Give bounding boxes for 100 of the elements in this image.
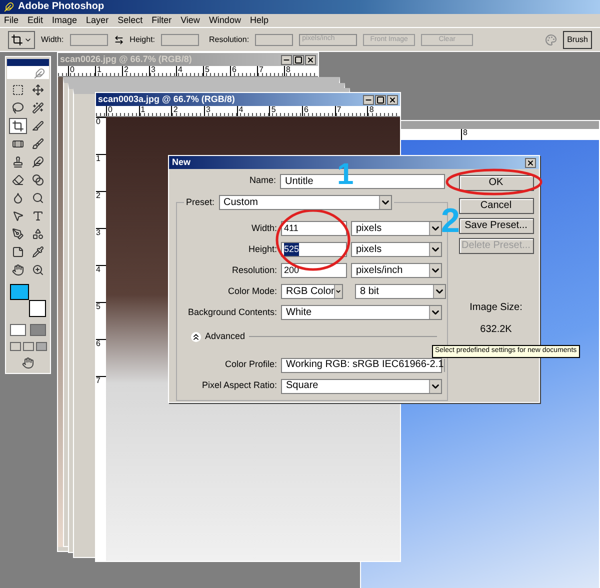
standard-mode-icon[interactable]: [10, 324, 26, 336]
screen-mode-icon[interactable]: [36, 342, 46, 351]
image-size-label: Image Size:: [470, 301, 522, 315]
ruler-number: 6: [302, 106, 335, 116]
maximize-icon[interactable]: [293, 54, 304, 64]
crop-icon: [12, 120, 24, 132]
ruler-number: 1: [95, 66, 122, 76]
ruler-number: 0: [68, 66, 95, 76]
ruler-number: 5: [203, 66, 230, 76]
magnifier-icon: [32, 192, 44, 204]
eyedropper-icon: [32, 246, 44, 258]
close-icon[interactable]: [525, 158, 536, 168]
resolution-label: Resolution:: [209, 34, 250, 46]
menu-item[interactable]: Window: [208, 16, 241, 25]
dialog-button[interactable]: Cancel: [458, 198, 534, 214]
unit-dropdown[interactable]: pixels: [351, 242, 442, 257]
dialog-button[interactable]: Save Preset...: [458, 218, 534, 234]
crop-icon: [11, 34, 23, 46]
preset-dropdown[interactable]: Custom: [218, 195, 392, 210]
color-profile-dropdown[interactable]: Working RGB: sRGB IEC61966-2.1: [281, 358, 442, 372]
ruler-number: 3: [149, 66, 176, 76]
hand-icon: [12, 264, 24, 276]
ruler-number: 3: [204, 106, 237, 116]
menu-item[interactable]: Edit: [28, 16, 44, 25]
window-title: Adobe Photoshop: [18, 2, 104, 12]
ruler-number: 8: [284, 66, 311, 76]
field-label: Color Profile:: [224, 358, 277, 372]
tool-button[interactable]: [9, 118, 27, 134]
field-label: Resolution:: [230, 264, 277, 277]
bit-depth-dropdown[interactable]: 8 bit: [355, 284, 446, 299]
brush-icon: [32, 138, 44, 150]
minimize-icon[interactable]: [281, 54, 292, 64]
ruler-number: 1: [138, 106, 172, 116]
palette-tab[interactable]: Brush: [563, 30, 592, 48]
collapse-icon[interactable]: [191, 332, 201, 342]
ruler-number: 5: [269, 106, 302, 116]
field-label: Pixel Aspect Ratio:: [200, 379, 277, 392]
menu-item[interactable]: Help: [250, 16, 268, 25]
foreground-color-swatch[interactable]: [10, 284, 29, 300]
ruler-number: 7: [334, 106, 368, 116]
tool-preset-picker[interactable]: [8, 30, 35, 48]
value-text: 411: [284, 222, 298, 235]
name-label: Name:: [248, 174, 276, 188]
dialog-button[interactable]: OK: [458, 175, 534, 191]
maximize-icon[interactable]: [375, 94, 386, 104]
value-field[interactable]: 411: [281, 221, 347, 236]
menu-item[interactable]: View: [180, 16, 200, 25]
pointer-icon: [12, 210, 24, 222]
feather-icon: [34, 68, 45, 79]
menu-item[interactable]: Select: [118, 16, 143, 25]
dialog-title: New: [172, 156, 192, 169]
feather-icon: [32, 156, 44, 168]
lasso-icon: [12, 102, 24, 114]
unit-dropdown[interactable]: pixels/inch: [351, 263, 442, 278]
knife-icon: [32, 120, 44, 132]
bandage-icon: [12, 138, 24, 150]
value-field[interactable]: 525: [281, 242, 347, 257]
ruler-number: 2: [122, 66, 149, 76]
advanced-label[interactable]: Advanced: [205, 330, 246, 344]
width-label: Width:: [41, 34, 64, 46]
close-icon[interactable]: [387, 94, 398, 104]
eraser-icon: [12, 174, 24, 186]
background-dropdown[interactable]: White: [281, 305, 442, 320]
value-text: 200: [284, 264, 300, 277]
background-color-swatch[interactable]: [29, 300, 46, 317]
color-mode-dropdown[interactable]: RGB Color: [281, 284, 343, 299]
image-size-value: 632.2K: [480, 323, 512, 337]
ruler-number: 7: [257, 66, 284, 76]
close-icon[interactable]: [305, 54, 316, 64]
zoom-icon: [32, 264, 44, 276]
ruler-number: 2: [171, 106, 204, 116]
menu-item[interactable]: Layer: [86, 16, 109, 25]
field-label: Height:: [247, 242, 277, 256]
menu-item[interactable]: Image: [52, 16, 78, 25]
ruler-number: 4: [176, 66, 203, 76]
ruler-number: 4: [236, 106, 270, 116]
note-icon: [12, 246, 24, 258]
screen-mode-icon[interactable]: [22, 342, 34, 351]
height-field[interactable]: [161, 34, 200, 46]
ruler-number: 0: [106, 106, 139, 116]
resolution-field[interactable]: [255, 34, 294, 46]
ruler-number: 6: [230, 66, 257, 76]
preset-label: Preset:: [186, 196, 215, 209]
swap-icon[interactable]: [114, 34, 124, 44]
menu-item[interactable]: Filter: [152, 16, 172, 25]
value-text: 525: [284, 242, 300, 256]
type-icon: [32, 210, 44, 222]
width-field[interactable]: [70, 34, 108, 46]
aspect-ratio-dropdown[interactable]: Square: [281, 378, 442, 394]
step-number: 2: [441, 204, 460, 238]
wand-icon: [32, 102, 44, 114]
document-title: scan0026.jpg @ 66.7% (RGB/8): [60, 52, 193, 66]
height-label: Height:: [130, 34, 156, 46]
minimize-icon[interactable]: [363, 94, 374, 104]
stamp-icon: [12, 156, 24, 168]
screen-mode-icon[interactable]: [10, 342, 20, 351]
unit-dropdown[interactable]: pixels: [351, 221, 442, 236]
ruler-number: 8: [367, 106, 400, 116]
field-label: Color Mode:: [226, 284, 277, 298]
menu-item[interactable]: File: [4, 16, 19, 25]
